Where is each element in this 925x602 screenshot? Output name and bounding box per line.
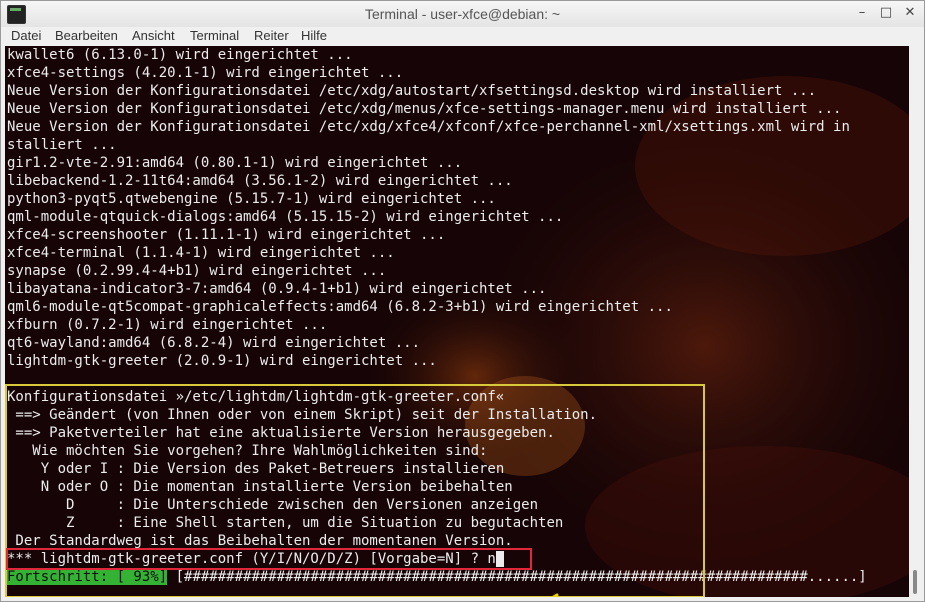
terminal-line: Neue Version der Konfigurationsdatei /et… [7, 83, 817, 99]
menu-bar: Datei Bearbeiten Ansicht Terminal Reiter… [1, 27, 924, 46]
menu-datei[interactable]: Datei [11, 28, 41, 43]
terminal-line: gir1.2-vte-2.91:amd64 (0.80.1-1) wird ei… [7, 155, 463, 171]
minimize-icon[interactable]: – [853, 5, 871, 21]
terminal-line: synapse (0.2.99.4-4+b1) wird eingerichte… [7, 263, 387, 279]
close-icon[interactable]: ✕ [901, 5, 919, 21]
terminal-line: stalliert ... [7, 137, 117, 153]
prompt-highlight-box [6, 548, 532, 570]
terminal-line: qml-module-qtquick-dialogs:amd64 (5.15.1… [7, 209, 564, 225]
terminal-line: xfce4-settings (4.20.1-1) wird eingerich… [7, 65, 404, 81]
terminal-line: qt6-wayland:amd64 (6.8.2-4) wird eingeri… [7, 335, 421, 351]
terminal-line: xfburn (0.7.2-1) wird eingerichtet ... [7, 317, 328, 333]
terminal-line: libayatana-indicator3-7:amd64 (0.9.4-1+b… [7, 281, 547, 297]
menu-terminal[interactable]: Terminal [190, 28, 239, 43]
terminal-window: Terminal - user-xfce@debian: ~ – □ ✕ Dat… [0, 0, 925, 602]
terminal-line: lightdm-gtk-greeter (2.0.9-1) wird einge… [7, 353, 437, 369]
title-bar[interactable]: Terminal - user-xfce@debian: ~ – □ ✕ [1, 1, 924, 28]
terminal-area[interactable]: kwallet6 (6.13.0-1) wird eingerichtet ..… [5, 46, 909, 597]
scrollbar-thumb[interactable] [913, 570, 917, 594]
terminal-line: python3-pyqt5.qtwebengine (5.15.7-1) wir… [7, 191, 496, 207]
terminal-line: Neue Version der Konfigurationsdatei /et… [7, 101, 842, 117]
menu-hilfe[interactable]: Hilfe [301, 28, 327, 43]
menu-bearbeiten[interactable]: Bearbeiten [55, 28, 118, 43]
terminal-line: libebackend-1.2-11t64:amd64 (3.56.1-2) w… [7, 173, 513, 189]
menu-ansicht[interactable]: Ansicht [132, 28, 175, 43]
menu-reiter[interactable]: Reiter [254, 28, 289, 43]
maximize-icon[interactable]: □ [877, 5, 895, 21]
terminal-line: xfce4-terminal (1.1.4-1) wird eingericht… [7, 245, 395, 261]
arrow-left-icon [550, 593, 559, 597]
terminal-scrollbar[interactable] [909, 46, 924, 597]
window-title: Terminal - user-xfce@debian: ~ [364, 6, 561, 22]
terminal-line: kwallet6 (6.13.0-1) wird eingerichtet ..… [7, 47, 353, 63]
terminal-line: xfce4-screenshooter (1.11.1-1) wird eing… [7, 227, 446, 243]
terminal-line: Neue Version der Konfigurationsdatei /et… [7, 119, 850, 135]
terminal-line: qml6-module-qt5compat-graphicaleffects:a… [7, 299, 673, 315]
